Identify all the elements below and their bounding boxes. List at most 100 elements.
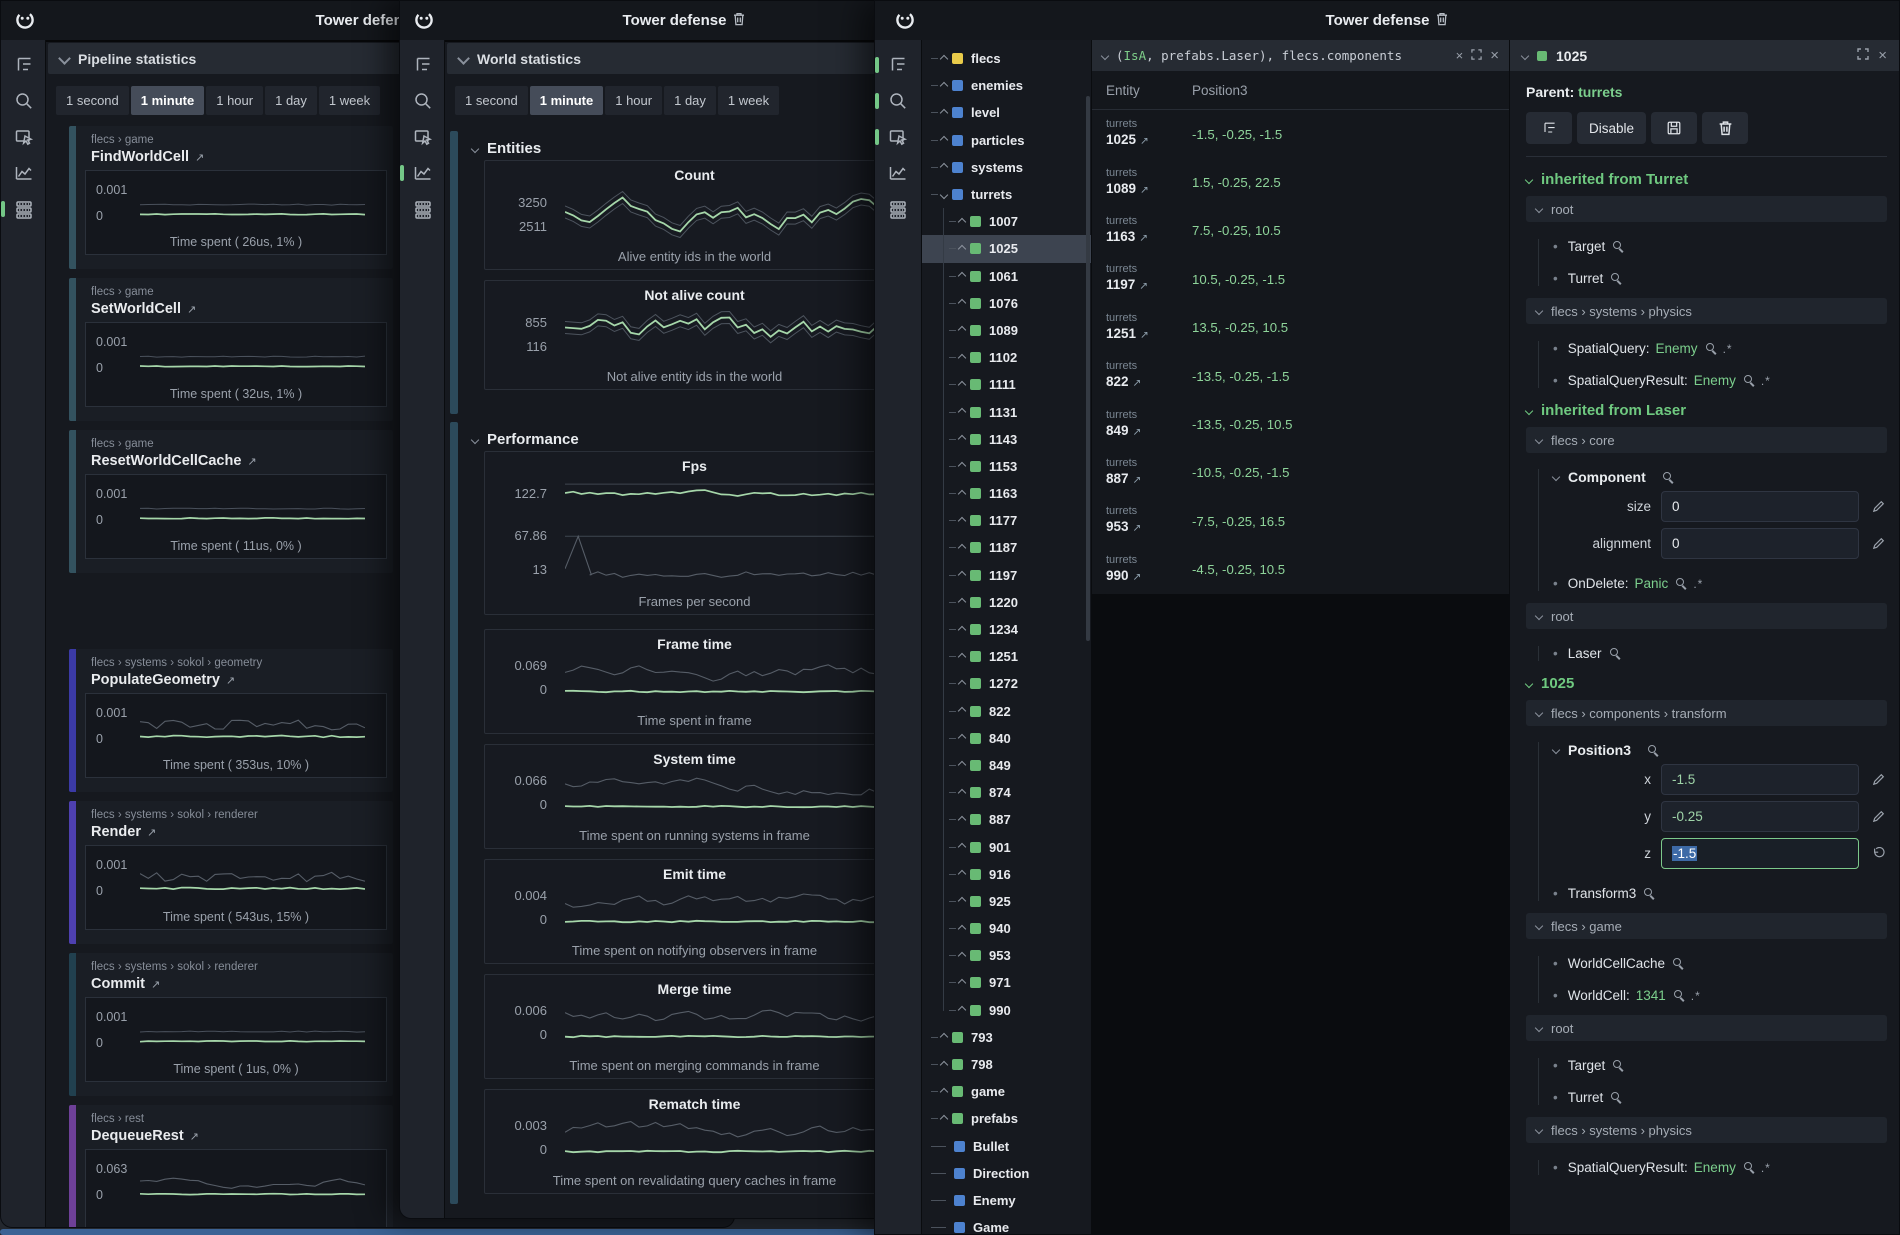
tree-item-887[interactable]: 887 bbox=[922, 806, 1091, 833]
open-link-icon[interactable]: ↗ bbox=[1133, 571, 1142, 583]
chevron-right-icon[interactable] bbox=[940, 109, 948, 117]
tree-view-button[interactable] bbox=[1526, 112, 1572, 144]
chevron-right-icon[interactable] bbox=[958, 489, 966, 497]
tree-item-849[interactable]: 849 bbox=[922, 752, 1091, 779]
pair-target[interactable]: 1341 bbox=[1636, 988, 1666, 1003]
tree-item-enemies[interactable]: enemies bbox=[922, 72, 1091, 99]
chevron-down-icon[interactable] bbox=[1535, 1024, 1543, 1032]
chevron-right-icon[interactable] bbox=[958, 353, 966, 361]
query-result-row[interactable]: turrets822↗-13.5, -0.25, -1.5 bbox=[1092, 352, 1509, 400]
sidebar-pipeline-table-icon[interactable] bbox=[400, 191, 445, 227]
edit-pencil-icon[interactable] bbox=[1869, 537, 1887, 550]
tree-item-1076[interactable]: 1076 bbox=[922, 290, 1091, 317]
sidebar-entity-tree-icon[interactable] bbox=[1, 47, 46, 83]
open-link-icon[interactable]: ↗ bbox=[1139, 232, 1148, 244]
undo-icon[interactable] bbox=[1869, 847, 1887, 860]
search-small-icon[interactable] bbox=[1663, 472, 1674, 483]
sidebar-entity-tree-icon[interactable] bbox=[400, 47, 445, 83]
query-expand-icon[interactable] bbox=[1471, 48, 1482, 63]
open-link-icon[interactable]: ↗ bbox=[1133, 474, 1142, 486]
query-result-row[interactable]: turrets1251↗13.5, -0.25, 10.5 bbox=[1092, 304, 1509, 352]
path-bar[interactable]: root bbox=[1526, 1015, 1887, 1041]
path-bar[interactable]: flecs › core bbox=[1526, 427, 1887, 453]
chevron-right-icon[interactable] bbox=[940, 1115, 948, 1123]
entity-id[interactable]: 822↗ bbox=[1106, 373, 1192, 392]
chevron-right-icon[interactable] bbox=[958, 272, 966, 280]
chevron-right-icon[interactable] bbox=[958, 652, 966, 660]
tree-item-1220[interactable]: 1220 bbox=[922, 589, 1091, 616]
tree-item-turrets[interactable]: turrets bbox=[922, 181, 1091, 208]
tree-item-Enemy[interactable]: Enemy bbox=[922, 1187, 1091, 1214]
search-small-icon[interactable] bbox=[1613, 241, 1624, 252]
edit-pencil-icon[interactable] bbox=[1869, 500, 1887, 513]
sidebar-query-search-icon[interactable] bbox=[400, 83, 445, 119]
pair-target[interactable]: Panic bbox=[1635, 576, 1669, 591]
field-input-alignment[interactable]: 0 bbox=[1661, 528, 1859, 559]
tree-scrollbar[interactable] bbox=[1086, 96, 1090, 641]
search-small-icon[interactable] bbox=[1706, 343, 1717, 354]
tree-item-1111[interactable]: 1111 bbox=[922, 371, 1091, 398]
collapse-chevron-icon[interactable] bbox=[1101, 51, 1109, 59]
chevron-right-icon[interactable] bbox=[940, 163, 948, 171]
tree-item-1061[interactable]: 1061 bbox=[922, 263, 1091, 290]
chevron-right-icon[interactable] bbox=[958, 625, 966, 633]
query-result-row[interactable]: turrets1025↗-1.5, -0.25, -1.5 bbox=[1092, 110, 1509, 158]
tab-1-week[interactable]: 1 week bbox=[319, 86, 380, 115]
tree-item-1234[interactable]: 1234 bbox=[922, 616, 1091, 643]
open-link-icon[interactable]: ↗ bbox=[1133, 377, 1142, 389]
delete-button[interactable] bbox=[1702, 112, 1748, 144]
sidebar-inspector-icon[interactable] bbox=[875, 119, 920, 155]
open-link-icon[interactable]: ↗ bbox=[247, 455, 256, 468]
sidebar-statistics-chart-icon[interactable] bbox=[400, 155, 445, 191]
field-input-z[interactable]: -1.5 bbox=[1661, 838, 1859, 869]
inherit-section-header[interactable]: inherited from Laser bbox=[1526, 402, 1887, 419]
chevron-down-icon[interactable] bbox=[1535, 612, 1543, 620]
chevron-down-icon[interactable] bbox=[1525, 406, 1533, 414]
entity-id[interactable]: 1197↗ bbox=[1106, 276, 1192, 295]
tree-item-953[interactable]: 953 bbox=[922, 942, 1091, 969]
tree-item-1102[interactable]: 1102 bbox=[922, 344, 1091, 371]
disable-button[interactable]: Disable bbox=[1577, 112, 1646, 144]
open-link-icon[interactable]: ↗ bbox=[1133, 522, 1142, 534]
path-bar[interactable]: flecs › systems › physics bbox=[1526, 1117, 1887, 1143]
tree-item-940[interactable]: 940 bbox=[922, 915, 1091, 942]
entity-id[interactable]: 990↗ bbox=[1106, 567, 1192, 586]
tree-item-1131[interactable]: 1131 bbox=[922, 398, 1091, 425]
open-link-icon[interactable]: ↗ bbox=[1139, 280, 1148, 292]
path-bar[interactable]: root bbox=[1526, 603, 1887, 629]
chevron-right-icon[interactable] bbox=[940, 136, 948, 144]
tab-1-second[interactable]: 1 second bbox=[56, 86, 129, 115]
entity-id[interactable]: 1025↗ bbox=[1106, 131, 1192, 150]
chevron-down-icon[interactable] bbox=[1535, 205, 1543, 213]
field-input-x[interactable]: -1.5 bbox=[1661, 764, 1859, 795]
tree-item-1187[interactable]: 1187 bbox=[922, 534, 1091, 561]
component-header-Position3[interactable]: Position3 bbox=[1553, 742, 1887, 758]
tree-item-822[interactable]: 822 bbox=[922, 698, 1091, 725]
chevron-right-icon[interactable] bbox=[958, 517, 966, 525]
field-input-y[interactable]: -0.25 bbox=[1661, 801, 1859, 832]
collapse-chevron-icon[interactable] bbox=[1521, 51, 1529, 59]
chevron-right-icon[interactable] bbox=[958, 598, 966, 606]
query-result-row[interactable]: turrets953↗-7.5, -0.25, 16.5 bbox=[1092, 497, 1509, 545]
collapse-chevron-icon[interactable] bbox=[58, 52, 71, 65]
chevron-right-icon[interactable] bbox=[958, 435, 966, 443]
sidebar-statistics-chart-icon[interactable] bbox=[875, 155, 920, 191]
tree-item-1153[interactable]: 1153 bbox=[922, 453, 1091, 480]
tree-item-1163[interactable]: 1163 bbox=[922, 480, 1091, 507]
search-small-icon[interactable] bbox=[1673, 958, 1684, 969]
tree-item-901[interactable]: 901 bbox=[922, 833, 1091, 860]
open-link-icon[interactable]: ↗ bbox=[1140, 135, 1149, 147]
tree-item-793[interactable]: 793 bbox=[922, 1024, 1091, 1051]
inspector-expand-icon[interactable] bbox=[1857, 47, 1869, 65]
open-link-icon[interactable]: ↗ bbox=[1140, 184, 1149, 196]
sidebar-inspector-icon[interactable] bbox=[400, 119, 445, 155]
chevron-right-icon[interactable] bbox=[958, 462, 966, 470]
tree-item-flecs[interactable]: flecs bbox=[922, 45, 1091, 72]
chevron-right-icon[interactable] bbox=[958, 707, 966, 715]
chevron-right-icon[interactable] bbox=[958, 299, 966, 307]
chevron-right-icon[interactable] bbox=[958, 217, 966, 225]
chevron-right-icon[interactable] bbox=[940, 1060, 948, 1068]
pair-target[interactable]: Enemy bbox=[1656, 341, 1698, 356]
chevron-right-icon[interactable] bbox=[958, 924, 966, 932]
collapse-chevron-icon[interactable] bbox=[471, 144, 479, 152]
